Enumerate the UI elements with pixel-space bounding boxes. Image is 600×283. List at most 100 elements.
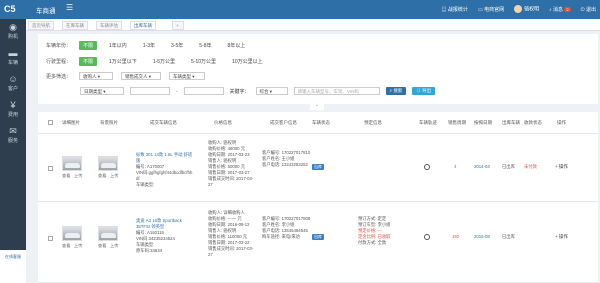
purchaser-select[interactable]: 收购人 ▾ [79, 72, 113, 80]
money-icon: ¥ [10, 100, 16, 110]
end-date-input[interactable] [183, 87, 224, 95]
vehicle-model: 标致 301 14款 1.6L 手动 舒适版 [136, 152, 193, 163]
age-option[interactable]: 8年以上 [224, 41, 250, 50]
age-option[interactable]: 1-3年 [139, 41, 159, 50]
age-filter-row: 车辆年份： 不限 1年以内 1-3年 3-5年 5-8年 8年以上 [46, 41, 249, 50]
select-all-checkbox[interactable] [48, 120, 53, 125]
online-service-widget[interactable]: 在线客服 [0, 250, 26, 283]
logout-link[interactable]: ⏻ 退出 [581, 6, 596, 13]
view-link[interactable]: 查看 [62, 243, 70, 249]
background-photo[interactable] [98, 226, 118, 241]
tab-in-stock[interactable]: 在库车辆 [62, 21, 88, 30]
website-link[interactable]: ▭ 电商官网 [478, 6, 504, 13]
sales-cycle: 192 [452, 234, 460, 239]
outbound-status: 已出库 [502, 164, 515, 169]
age-option[interactable]: 不限 [79, 41, 98, 50]
customer-line: 客户电话: 13243253252 [262, 162, 308, 167]
vehicle-table: 详细图片 背景照片 成交车辆信息 价格信息 成交客户信息 车辆状态 预定信息 车… [38, 112, 598, 283]
age-option[interactable]: 3-5年 [167, 41, 187, 50]
customer-info: 客户编号: 170227017810 客户姓名: 王小姐 客户电话: 13243… [262, 150, 312, 168]
export-icon: ⇩ [416, 88, 421, 93]
col-header: 按揭日期 [474, 120, 492, 125]
age-filter-label: 车辆年份： [46, 43, 72, 49]
row-action-button[interactable]: + 操作 [555, 164, 568, 170]
detail-photo[interactable] [62, 156, 82, 171]
user-menu[interactable]: 骆权明 [514, 5, 539, 13]
tab-home[interactable]: 首页导航 [28, 21, 54, 30]
col-header: 成交车辆信息 [150, 120, 177, 125]
view-link[interactable]: 查看 [98, 173, 106, 179]
vehicle-type: 车辆类型: [136, 182, 155, 187]
sidebar-item-vehicles[interactable]: ▬ 车辆 [0, 45, 26, 71]
upload-link[interactable]: 上传 [110, 173, 118, 179]
col-header: 价格信息 [214, 120, 232, 125]
col-header: 详细图片 [62, 120, 80, 125]
vehicle-type-select[interactable]: 车辆类型 ▾ [169, 72, 205, 80]
age-option[interactable]: 5-8年 [195, 41, 215, 50]
detail-photo[interactable] [62, 226, 82, 241]
row-checkbox[interactable] [48, 236, 53, 241]
grid-icon[interactable]: ☰ [66, 3, 73, 12]
mortgage-date: 2014-03 [474, 164, 490, 169]
mileage-option[interactable]: 1万公里以下 [105, 57, 141, 66]
row-checkbox[interactable] [48, 166, 53, 171]
reservation-line: 付款方式: 全款 [358, 240, 387, 245]
keyword-label: 关键字： [229, 88, 250, 95]
upload-link[interactable]: 上传 [110, 243, 118, 249]
monitor-icon: ▭ [477, 6, 483, 13]
online-service-label: 在线客服 [5, 254, 21, 259]
col-header: 背景照片 [100, 120, 118, 125]
service-icon: ✉ [9, 126, 17, 136]
reservation-info: 预订方式: 定定 预订车型: 李小姐 预定价格: --- 定金比例: 已收取 付… [358, 216, 414, 246]
col-header: 操作 [557, 120, 566, 125]
table-row: 查看 上传 查看 上传 标致 301 14款 1.6L 手动 舒适版 编号: A… [38, 134, 598, 202]
sidebar-item-fees[interactable]: ¥ 费用 [0, 97, 26, 123]
view-link[interactable]: 查看 [62, 173, 70, 179]
search-icon: ⌕ [389, 88, 393, 93]
payment-status: 未付款 [524, 164, 537, 169]
mileage-option[interactable]: 不限 [79, 57, 98, 66]
sidebar-item-customers[interactable]: ☺ 客户 [0, 71, 26, 97]
search-row: 日期类型 ▾ - 关键字： 综合 ▾ 请输入车辆型号、车架、VIN码 ⌕ 搜索 … [80, 87, 436, 95]
age-option[interactable]: 1年以内 [105, 41, 131, 50]
tab-evaluation[interactable]: 车辆评估 [96, 21, 122, 30]
sidebar-item-service[interactable]: ✉ 服务 [0, 123, 26, 149]
stats-link[interactable]: ▤ 战报统计 [442, 6, 468, 13]
mileage-option[interactable]: 5-10万公里 [187, 57, 220, 66]
date-type-select[interactable]: 日期类型 ▾ [80, 87, 124, 95]
col-header: 车辆轨迹 [419, 120, 437, 125]
sidebar-item-purchase[interactable]: ◉ 购机 [0, 19, 26, 45]
bell-icon: ♪ [549, 6, 552, 13]
vehicle-original-code: 原车码:34634 [136, 248, 163, 253]
keyword-input[interactable]: 请输入车辆型号、车架、VIN码 [293, 87, 380, 95]
view-link[interactable]: 查看 [98, 243, 106, 249]
vehicle-info: 标致 301 14款 1.6L 手动 舒适版 编号: A170007 VIN码:… [136, 152, 194, 188]
tab-outbound[interactable]: 出库车辆 [130, 21, 156, 30]
sidebar: ◉ 购机 ▬ 车辆 ☺ 客户 ¥ 费用 ✉ 服务 [0, 19, 26, 283]
filter-panel: 车辆年份： 不限 1年以内 1-3年 3-5年 5-8年 8年以上 行驶里程： … [38, 34, 598, 104]
timer-icon[interactable] [424, 164, 430, 170]
mileage-option[interactable]: 10万公里以上 [228, 57, 267, 66]
timer-icon[interactable] [424, 234, 430, 240]
status-badge: 出库 [312, 164, 324, 170]
keyword-type-select[interactable]: 综合 ▾ [255, 87, 288, 95]
col-header: 收款状态 [524, 120, 542, 125]
row-action-button[interactable]: + 操作 [555, 234, 568, 240]
search-button[interactable]: ⌕ 搜索 [385, 87, 407, 95]
export-button[interactable]: ⇩ 导出 [412, 87, 436, 95]
tab-add[interactable]: + [172, 21, 184, 30]
price-line: 销售成交时间: 2017-03-27 [208, 176, 254, 187]
start-date-input[interactable] [130, 87, 170, 95]
seller-select[interactable]: 销售成交人 ▾ [121, 72, 161, 80]
upload-link[interactable]: 上传 [74, 243, 82, 249]
app-title: 车商通 [36, 8, 56, 15]
mileage-filter-row: 行驶里程： 不限 1万公里以下 1-5万公里 5-10万公里 10万公里以上 [46, 57, 267, 66]
upload-link[interactable]: 上传 [74, 173, 82, 179]
mileage-option[interactable]: 1-5万公里 [149, 57, 179, 66]
price-info: 收购人: 详细收购人 收购价格: ------ 元 收购日期: 2016-09-… [208, 210, 256, 258]
background-photo[interactable] [98, 156, 118, 171]
messages-link[interactable]: ♪ 消息 2 [549, 6, 571, 13]
mortgage-date: 2016-08 [474, 234, 490, 239]
collapse-filters-toggle[interactable]: ⌃ [310, 104, 324, 110]
chart-icon: ▤ [441, 6, 447, 13]
